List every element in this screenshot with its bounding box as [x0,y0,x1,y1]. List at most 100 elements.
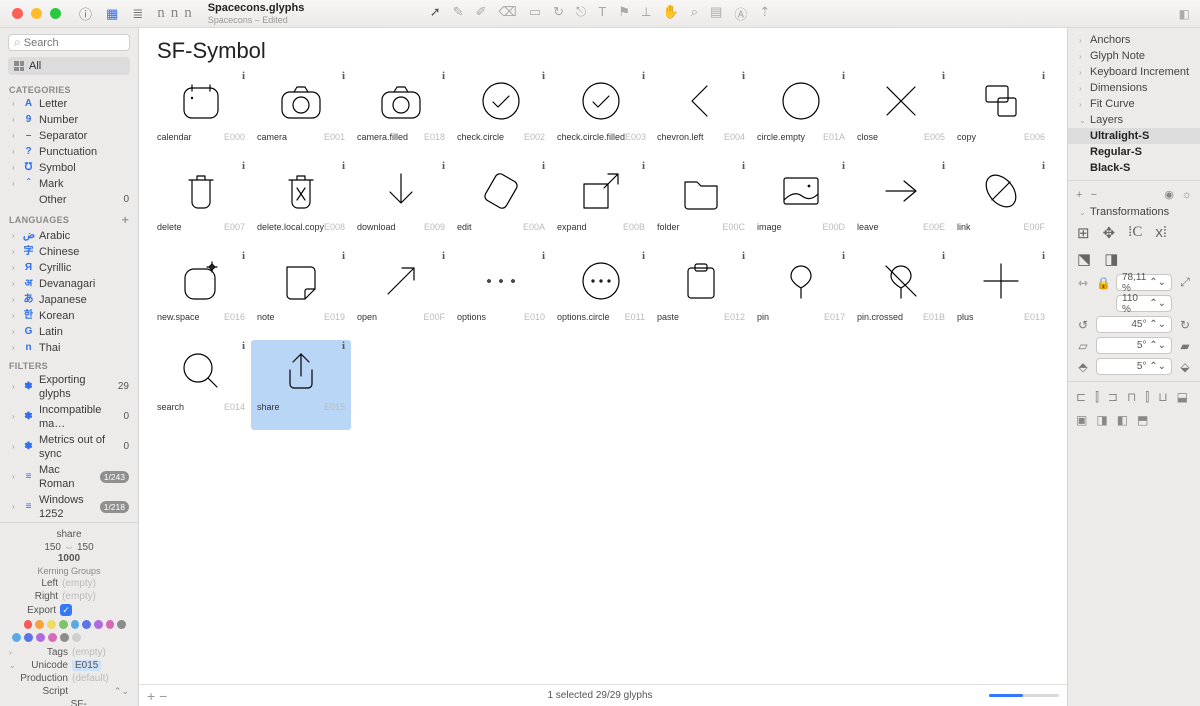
ruler-tool-icon[interactable]: ▤ [710,4,722,23]
select-tool-icon[interactable]: ➚ [430,4,441,23]
search-field[interactable] [8,34,130,51]
eye-icon[interactable]: ◉ [1164,188,1174,201]
skew-d-icon[interactable]: ⬙ [1178,360,1192,374]
glyph-chevron.left[interactable]: i chevron.leftE004 [651,70,751,160]
text-tool-icon[interactable]: T [598,4,606,23]
filter-item[interactable]: ›≡Windows 12521/218 [0,492,138,522]
info-icon[interactable]: i [742,70,745,82]
category-item[interactable]: ›ALetter [0,96,138,112]
draw-tool-icon[interactable]: ✐ [476,4,487,23]
glyph-link[interactable]: i linkE00F [951,160,1051,250]
erase-tool-icon[interactable]: ⌫ [498,4,516,23]
rotate-tool-icon[interactable]: ↻ [553,4,564,23]
info-icon[interactable]: i [942,160,945,172]
glyph-pin[interactable]: i pinE017 [751,250,851,340]
category-item[interactable]: ›9Number [0,112,138,128]
glyph-check.circle.filled[interactable]: i check.circle.filledE003 [551,70,651,160]
info-icon[interactable]: i [442,250,445,262]
info-icon[interactable]: i [842,250,845,262]
category-item[interactable]: ›℧Symbol [0,160,138,176]
info-icon[interactable]: i [242,250,245,262]
add-glyph-icon[interactable]: + [147,688,155,704]
pen-tool-icon[interactable]: ✎ [453,4,464,23]
inspector-section[interactable]: ›Glyph Note [1068,48,1200,64]
info-icon[interactable]: i [642,160,645,172]
layer-item[interactable]: Black-S [1068,160,1200,176]
info-icon[interactable]: i [642,70,645,82]
skew2-input[interactable]: 5° ⌃⌄ [1096,358,1172,375]
info-icon[interactable]: i [342,340,345,352]
info-icon[interactable]: i [242,160,245,172]
info-icon[interactable]: i [242,340,245,352]
unicode-value[interactable]: E015 [72,660,101,671]
knife-tool-icon[interactable]: ⎋ [576,4,586,23]
transform-header[interactable]: ⌄Transformations [1068,204,1200,220]
filter-item[interactable]: ›✽Exporting glyphs29 [0,372,138,402]
language-item[interactable]: ›अDevanagari [0,276,138,292]
skew-l-icon[interactable]: ▱ [1076,339,1090,353]
mirror-icon[interactable]: ⇿ [1076,276,1090,290]
info-icon[interactable]: i [342,160,345,172]
remove-glyph-icon[interactable]: − [159,688,167,704]
info-icon[interactable]: i [942,250,945,262]
rotate-input[interactable]: 45° ⌃⌄ [1096,316,1172,333]
glyph-copy[interactable]: i copyE006 [951,70,1051,160]
info-icon[interactable]: i [342,250,345,262]
info-icon[interactable]: i [1042,70,1045,82]
filter-item[interactable]: ›✽Metrics out of sync0 [0,432,138,462]
transform-origin[interactable]: ⊞✥⁞Cx⁞ [1068,220,1200,246]
skew-u-icon[interactable]: ⬘ [1076,360,1090,374]
inspector-section[interactable]: ›Dimensions [1068,80,1200,96]
info-icon[interactable]: i [242,70,245,82]
category-item[interactable]: ›ˆMark [0,176,138,192]
info-icon[interactable]: i [742,160,745,172]
layer-item[interactable]: Regular-S [1068,144,1200,160]
language-item[interactable]: ›한Korean [0,308,138,324]
scale-input[interactable]: 78,11 % ⌃⌄ [1116,274,1172,291]
glyph-new.space[interactable]: i new.spaceE016 [151,250,251,340]
measure-tool-icon[interactable]: ⟂ [642,4,651,23]
filter-item[interactable]: ›≡Mac Roman1/243 [0,462,138,492]
glyph-search[interactable]: i searchE014 [151,340,251,430]
info-icon[interactable]: i [1042,250,1045,262]
info-icon[interactable]: i [542,160,545,172]
panel-toggle-icon[interactable]: ◧ [1179,7,1190,21]
glyph-share[interactable]: i shareE015 [251,340,351,430]
glyph-paste[interactable]: i pasteE012 [651,250,751,340]
info-icon[interactable]: i [342,70,345,82]
glyph-camera[interactable]: i cameraE001 [251,70,351,160]
anno-tool-icon[interactable]: ⚑ [618,4,630,23]
info-icon[interactable]: i [842,160,845,172]
glyph-note[interactable]: i noteE019 [251,250,351,340]
filter-item[interactable]: ›✽Incompatible ma…0 [0,402,138,432]
glyph-expand[interactable]: i expandE00B [551,160,651,250]
glyph-check.circle[interactable]: i check.circleE002 [451,70,551,160]
color-labels[interactable] [6,616,132,633]
export-checkbox[interactable]: ✓ [60,604,72,616]
glyph-options[interactable]: i optionsE010 [451,250,551,340]
inspector-section[interactable]: ›Fit Curve [1068,96,1200,112]
hand-tool-icon[interactable]: ✋ [663,4,679,23]
align-row-1[interactable]: ⊏⫿⊐⊓⫿⊔⬓ [1068,386,1200,409]
tool-t-icon[interactable]: ⇡ [759,4,770,23]
glyph-close[interactable]: i closeE005 [851,70,951,160]
close-window[interactable] [12,8,23,19]
info-icon[interactable]: i [442,160,445,172]
glyph-image[interactable]: i imageE00D [751,160,851,250]
glyph-pin.crossed[interactable]: i pin.crossedE01B [851,250,951,340]
info-icon[interactable]: i [742,250,745,262]
add-language-icon[interactable]: + [122,213,129,227]
minimize-window[interactable] [31,8,42,19]
info-icon[interactable]: i [942,70,945,82]
info-icon[interactable]: ⓘ [79,4,92,23]
layers-header[interactable]: ⌄Layers [1068,112,1200,128]
glyph-folder[interactable]: i folderE00C [651,160,751,250]
script-dropdown[interactable]: ⌃⌄ [114,686,129,697]
color-labels-2[interactable] [6,633,132,646]
zoom-window[interactable] [50,8,61,19]
info-icon[interactable]: i [642,250,645,262]
filter-all[interactable]: All [8,57,130,75]
inspector-section[interactable]: ›Keyboard Increment [1068,64,1200,80]
info-icon[interactable]: i [542,70,545,82]
layer-item[interactable]: Ultralight-S [1068,128,1200,144]
